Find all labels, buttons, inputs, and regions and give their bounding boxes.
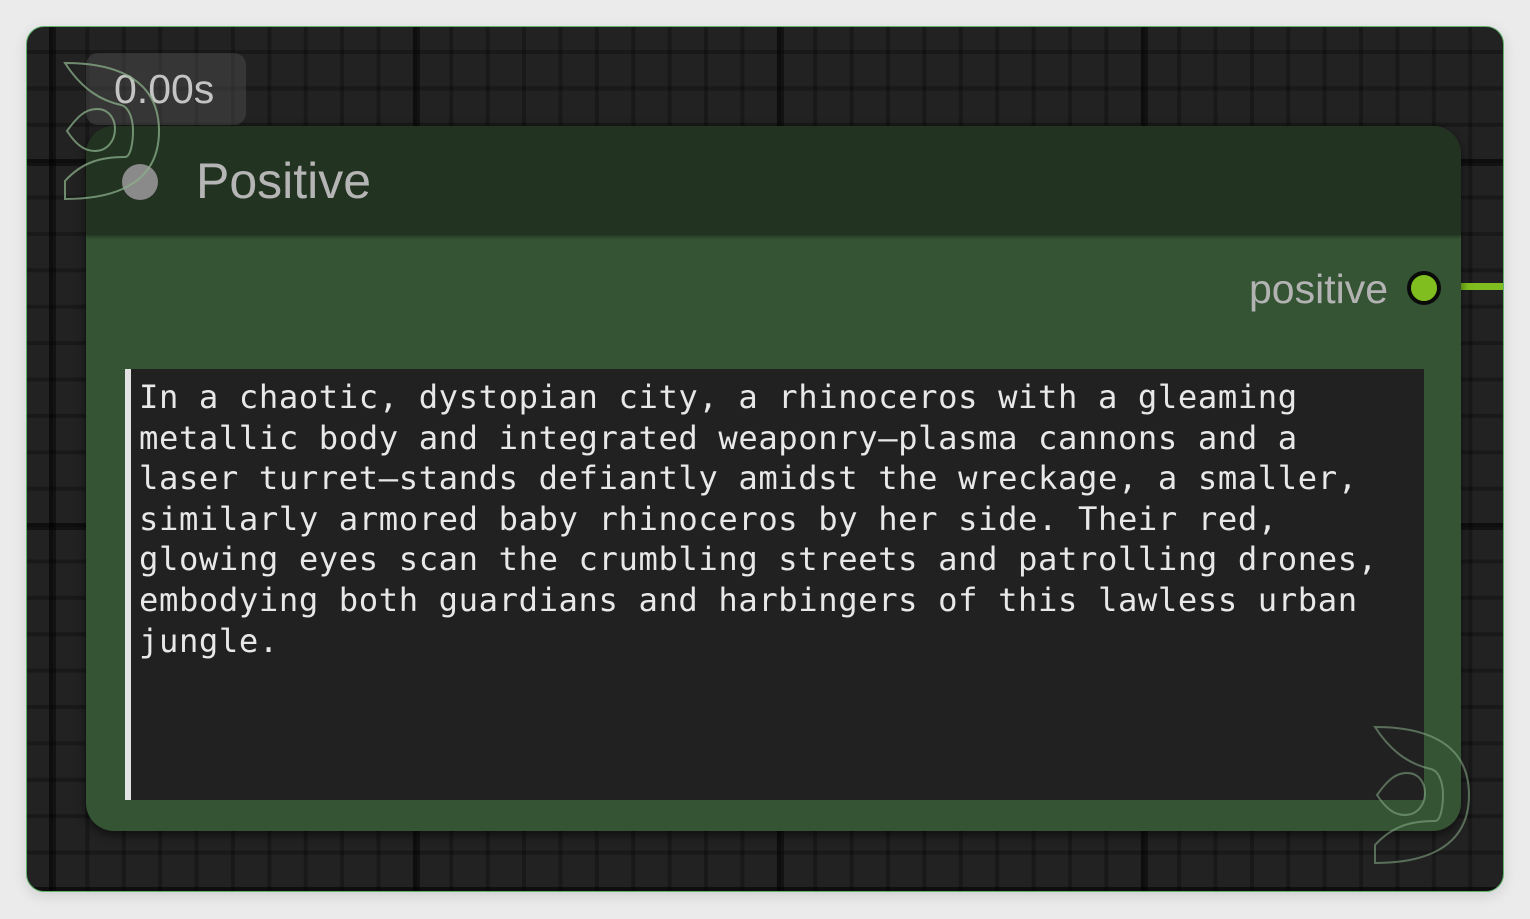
output-link-wire[interactable]	[1461, 283, 1503, 290]
output-slot-positive[interactable]: positive	[1061, 264, 1461, 314]
execution-time-badge: 0.00s	[86, 53, 246, 125]
node-header[interactable]: Positive	[86, 126, 1461, 235]
prompt-text-input[interactable]: In a chaotic, dystopian city, a rhinocer…	[125, 369, 1424, 800]
execution-time-text: 0.00s	[114, 66, 215, 112]
node-graph-canvas[interactable]: 0.00s Positive positive In a chaotic, dy…	[26, 26, 1504, 892]
node-title: Positive	[196, 153, 372, 209]
collapse-toggle-icon[interactable]	[122, 164, 158, 200]
output-slot-label: positive	[1248, 266, 1388, 312]
positive-prompt-node[interactable]: Positive positive In a chaotic, dystopia…	[86, 126, 1461, 831]
output-socket-icon[interactable]	[1407, 271, 1441, 305]
